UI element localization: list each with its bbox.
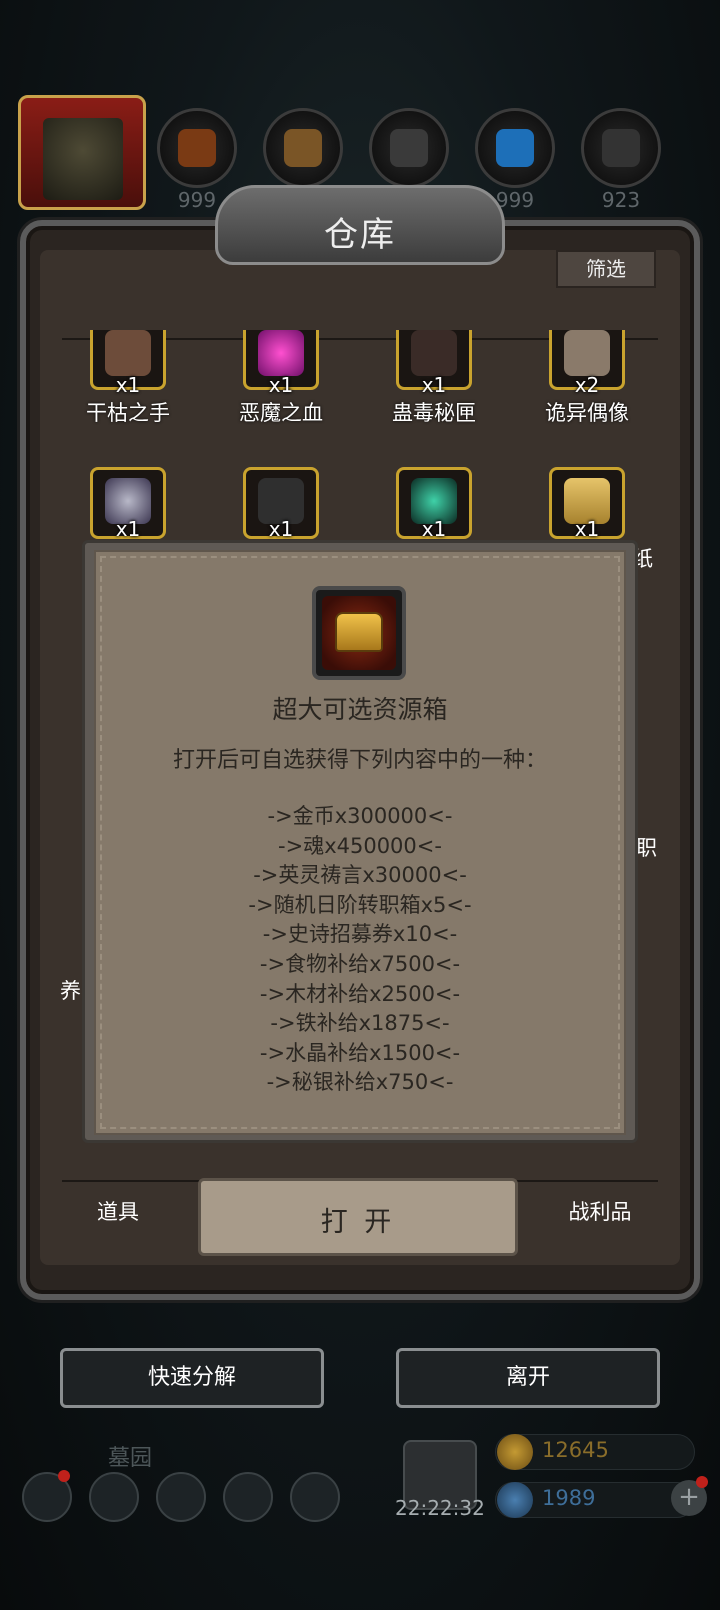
option-item: ->水晶补给x1500<- [259, 1040, 461, 1065]
item-qty: x1 [421, 373, 447, 397]
iron-resource-icon[interactable] [369, 108, 449, 188]
gem-value: 1989 [542, 1486, 596, 1510]
filter-button[interactable]: 筛选 [556, 250, 656, 288]
graveyard-label[interactable]: 墓园 [108, 1440, 152, 1472]
option-item: ->英灵祷言x30000<- [253, 863, 467, 888]
map-icon[interactable] [156, 1472, 206, 1522]
item-qty: x1 [268, 517, 294, 541]
tab-loot[interactable]: 战利品 [540, 1190, 660, 1234]
item-qty: x1 [574, 517, 600, 541]
item-qty: x1 [421, 517, 447, 541]
item-qty: x2 [574, 373, 600, 397]
item-name: 恶魔之血 [239, 401, 323, 425]
crystal-resource-icon[interactable] [475, 108, 555, 188]
hero-icon[interactable] [89, 1472, 139, 1522]
leave-button[interactable]: 离开 [396, 1348, 660, 1408]
shop-icon[interactable] [290, 1472, 340, 1522]
option-item: ->木材补给x2500<- [259, 981, 461, 1006]
item-name: 干枯之手 [86, 401, 170, 425]
warehouse-title: 仓库 [324, 215, 396, 255]
wood-resource-icon[interactable] [263, 108, 343, 188]
option-item: ->金币x300000<- [267, 804, 453, 828]
option-item: ->食物补给x7500<- [259, 951, 461, 976]
mithril-resource-count: 923 [601, 188, 641, 212]
mail-icon[interactable] [223, 1472, 273, 1522]
option-item: ->铁补给x1875<- [270, 1011, 450, 1036]
item-qty: x1 [115, 517, 141, 541]
open-button-label: 打 开 [320, 1207, 396, 1238]
item-qty: x1 [115, 373, 141, 397]
option-item: ->秘银补给x750<- [266, 1070, 454, 1095]
partial-item-name: 职 [636, 836, 657, 860]
option-list: ->金币x300000<- ->魂x450000<- ->英灵祷言x30000<… [94, 802, 626, 1098]
item-name: 蛊毒秘匣 [392, 401, 476, 425]
dialog-title: 超大可选资源箱 [272, 695, 448, 724]
item-qty: x1 [268, 373, 294, 397]
notification-dot [58, 1470, 70, 1482]
treasure-chest-icon [335, 612, 383, 652]
option-item: ->随机日阶转职箱x5<- [248, 892, 472, 917]
quick-decompose-button[interactable]: 快速分解 [60, 1348, 324, 1408]
gem-icon [497, 1482, 533, 1518]
gift-timer: 22:22:32 [395, 1496, 485, 1520]
item-name: 诡异偶像 [545, 401, 629, 425]
dialog-description: 打开后可自选获得下列内容中的一种： [172, 748, 547, 773]
gold-value: 12645 [542, 1438, 609, 1462]
hero-portrait[interactable] [18, 95, 146, 210]
notification-dot [696, 1476, 708, 1488]
food-resource-icon[interactable] [157, 108, 237, 188]
partial-item-name: 养 [60, 979, 81, 1003]
option-item: ->史诗招募券x10<- [262, 922, 458, 947]
tab-items[interactable]: 道具 [58, 1190, 178, 1234]
gold-icon [497, 1434, 533, 1470]
mithril-resource-icon[interactable] [581, 108, 661, 188]
option-item: ->魂x450000<- [278, 833, 442, 858]
